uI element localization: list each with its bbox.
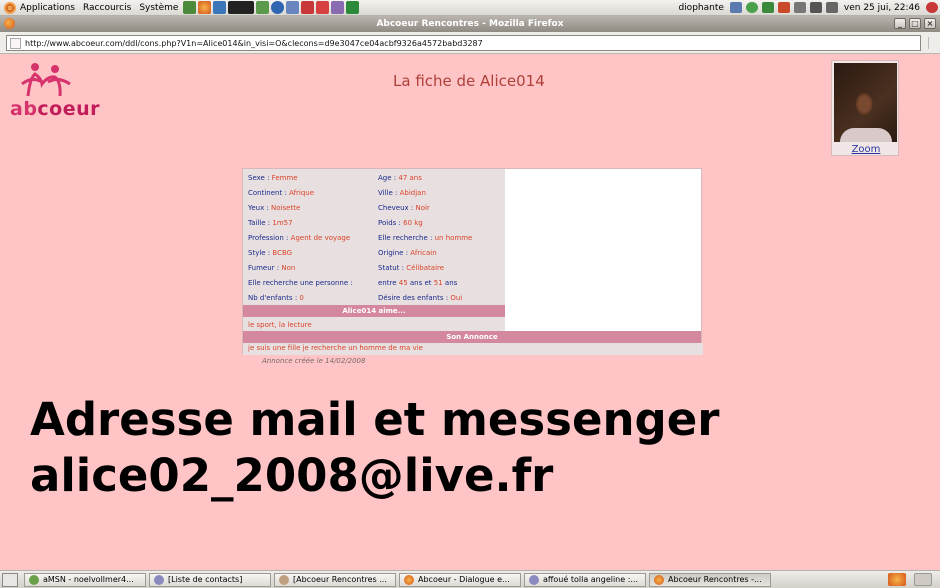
url-bar[interactable]: http://www.abcoeur.com/ddl/cons.php?V1n=… (6, 35, 921, 51)
amsn-icon (29, 574, 39, 585)
firefox-tray-icon[interactable] (888, 573, 906, 586)
field-elle-recherche: Elle recherche : un homme (378, 234, 473, 242)
monitor-launcher-icon[interactable] (286, 1, 300, 14)
firefox-icon (404, 574, 414, 585)
overlay-line-1: Adresse mail et messenger (30, 393, 720, 446)
power-icon[interactable] (926, 2, 938, 13)
site-favicon-icon (10, 37, 21, 49)
help-launcher-icon[interactable] (271, 1, 285, 14)
close-button[interactable]: × (924, 18, 936, 29)
terminal-launcher-icon[interactable] (183, 1, 197, 14)
zoom-link[interactable]: Zoom (832, 144, 900, 155)
field-fumeur: Fumeur : Non (248, 264, 296, 272)
ad-header: Son Annonce (243, 331, 701, 343)
field-age: Age : 47 ans (378, 174, 422, 182)
contacts-tray-icon[interactable] (761, 2, 774, 13)
field-cheveux: Cheveux : Noir (378, 204, 430, 212)
likes-text: le sport, la lecture (248, 321, 312, 329)
keyboard-tray-icon[interactable] (793, 2, 806, 13)
field-taille: Taille : 1m57 (248, 219, 293, 227)
profile-info-panel: Sexe : Femme Continent : Afrique Yeux : … (243, 169, 505, 305)
field-statut: Statut : Célibataire (378, 264, 445, 272)
image-launcher-icon[interactable] (301, 1, 315, 14)
overlay-line-2: alice02_2008@live.fr (30, 449, 554, 502)
field-nb-enfants: Nb d'enfants : 0 (248, 294, 304, 302)
task-abcoeur-active[interactable]: Abcoeur Rencontres -... (649, 572, 771, 587)
profile-photo[interactable] (834, 63, 897, 142)
couple-heart-logo-icon (21, 63, 71, 97)
mail-tray-icon[interactable] (729, 2, 742, 13)
field-continent: Continent : Afrique (248, 189, 315, 197)
overlay-caption: Adresse mail et messenger alice02_2008@l… (30, 392, 719, 504)
url-go-icon[interactable] (928, 37, 938, 49)
app-launcher-icon[interactable] (331, 1, 345, 14)
network-launcher-icon[interactable] (213, 1, 227, 14)
ubuntu-logo-icon (4, 1, 16, 14)
firefox-icon (654, 574, 664, 585)
network-tray-icon[interactable] (809, 2, 822, 13)
system-menu[interactable]: Système (135, 0, 182, 16)
window-titlebar[interactable]: Abcoeur Rencontres - Mozilla Firefox _ □… (0, 16, 940, 32)
url-text: http://www.abcoeur.com/ddl/cons.php?V1n=… (25, 38, 483, 48)
people-launcher-icon[interactable] (346, 1, 360, 14)
task-abcoeur-1[interactable]: [Abcoeur Rencontres ... (274, 572, 396, 587)
likes-header: Alice014 aime... (243, 305, 505, 317)
logo-text: abcoeur (10, 98, 101, 120)
media-launcher-icon[interactable] (228, 1, 255, 14)
contacts-icon (154, 574, 164, 585)
applications-menu[interactable]: Applications (0, 0, 79, 16)
user-name: diophante (678, 2, 724, 13)
field-age-range: entre 45 ans et 51 ans (378, 279, 458, 287)
window-icon (279, 574, 289, 585)
clock[interactable]: ven 25 jui, 22:46 (840, 0, 924, 16)
profile-card: Sexe : Femme Continent : Afrique Yeux : … (242, 168, 703, 355)
update-tray-icon[interactable] (777, 2, 790, 13)
window-title: Abcoeur Rencontres - Mozilla Firefox (376, 19, 564, 29)
show-desktop-icon[interactable] (2, 572, 18, 587)
field-sexe: Sexe : Femme (248, 174, 298, 182)
field-yeux: Yeux : Noisette (248, 204, 301, 212)
field-recherche-personne: Elle recherche une personne : (248, 279, 353, 287)
ad-created-date: Annonce créée le 14/02/2008 (262, 357, 366, 365)
abcoeur-logo[interactable]: abcoeur (8, 60, 101, 122)
page-title: La fiche de Alice014 (393, 72, 545, 90)
volume-icon[interactable] (825, 2, 838, 13)
profile-photo-box: Zoom (831, 60, 899, 156)
task-contacts[interactable]: [Liste de contacts] (149, 572, 271, 587)
web-content: abcoeur La fiche de Alice014 Zoom Sexe :… (0, 54, 940, 570)
field-desire-enfants: Désire des enfants : Oui (378, 294, 463, 302)
field-style: Style : BCBG (248, 249, 293, 257)
tool-launcher-icon[interactable] (256, 1, 270, 14)
messenger-tray-icon[interactable] (745, 2, 758, 13)
bottom-taskbar: aMSN - noelvollmer4... [Liste de contact… (0, 570, 940, 588)
field-origine: Origine : Africain (378, 249, 437, 257)
task-chat[interactable]: affoué tolla angeline :... (524, 572, 646, 587)
field-poids: Poids : 60 kg (378, 219, 423, 227)
chat-icon (529, 574, 539, 585)
navigation-toolbar: http://www.abcoeur.com/ddl/cons.php?V1n=… (0, 32, 940, 54)
mail-launcher-icon[interactable] (316, 1, 330, 14)
maximize-button[interactable]: □ (909, 18, 921, 29)
ad-text: je suis une fille je recherche un homme … (248, 344, 423, 352)
task-amsn[interactable]: aMSN - noelvollmer4... (24, 572, 146, 587)
places-menu[interactable]: Raccourcis (79, 0, 135, 16)
workspace-switcher-icon[interactable] (914, 573, 932, 586)
field-ville: Ville : Abidjan (378, 189, 426, 197)
task-abcoeur-dialogue[interactable]: Abcoeur - Dialogue e... (399, 572, 521, 587)
field-profession: Profession : Agent de voyage (248, 234, 351, 242)
firefox-window-icon[interactable] (4, 18, 15, 29)
minimize-button[interactable]: _ (894, 18, 906, 29)
top-panel: Applications Raccourcis Système diophant… (0, 0, 940, 16)
firefox-launcher-icon[interactable] (198, 1, 212, 14)
